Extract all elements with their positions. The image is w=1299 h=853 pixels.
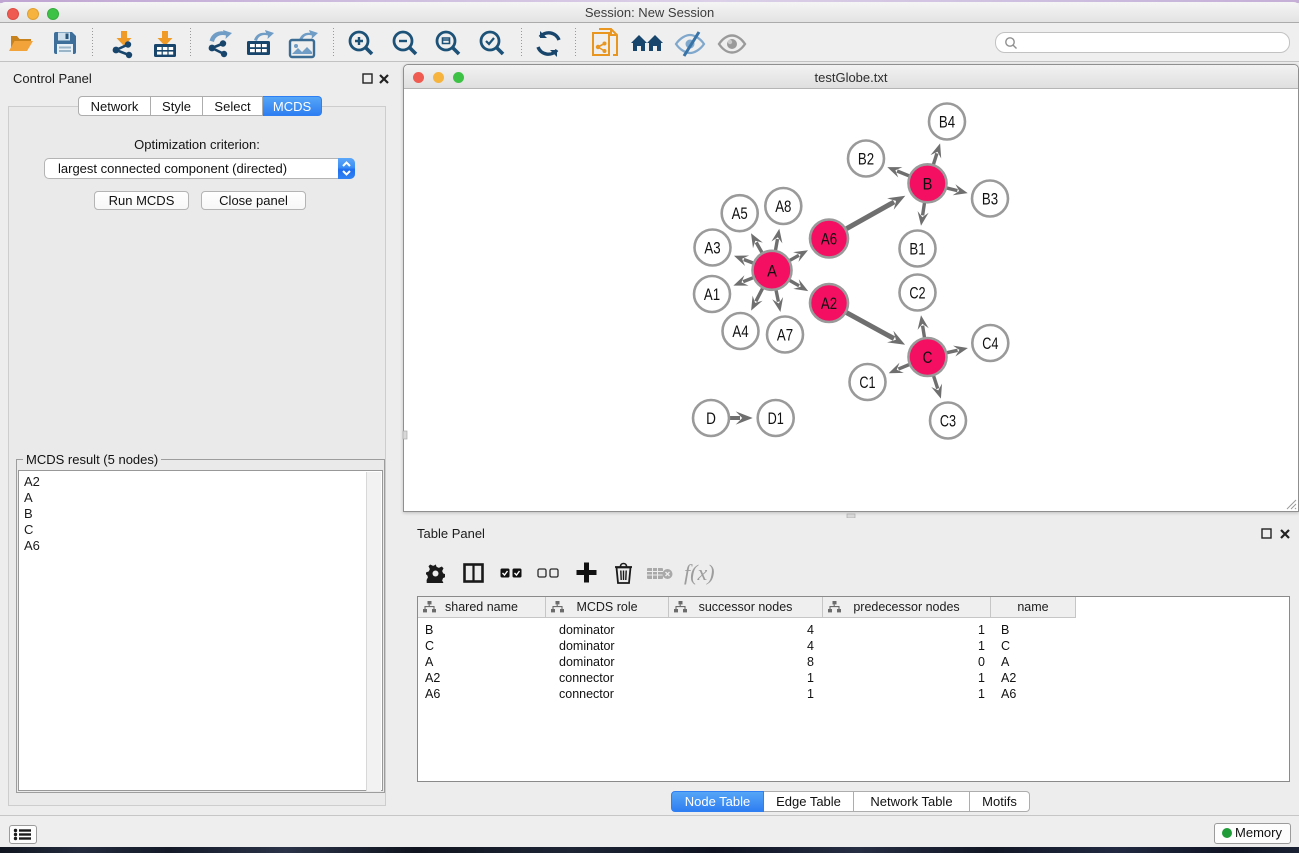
svg-text:C4: C4 bbox=[982, 335, 998, 353]
svg-text:B4: B4 bbox=[939, 114, 955, 132]
svg-text:A: A bbox=[767, 262, 777, 280]
svg-text:D1: D1 bbox=[768, 410, 784, 428]
svg-text:C2: C2 bbox=[909, 285, 925, 303]
svg-text:A5: A5 bbox=[732, 205, 748, 223]
svg-text:A1: A1 bbox=[704, 286, 720, 304]
svg-text:A6: A6 bbox=[821, 231, 837, 249]
svg-text:A8: A8 bbox=[775, 198, 791, 216]
svg-text:A7: A7 bbox=[777, 327, 793, 345]
svg-text:A3: A3 bbox=[704, 240, 720, 258]
svg-text:C3: C3 bbox=[940, 413, 956, 431]
svg-text:C: C bbox=[923, 349, 933, 367]
svg-text:D: D bbox=[706, 410, 716, 428]
svg-text:B2: B2 bbox=[858, 151, 874, 169]
svg-text:B3: B3 bbox=[982, 191, 998, 209]
svg-text:B: B bbox=[923, 175, 933, 193]
svg-text:B1: B1 bbox=[909, 241, 925, 259]
svg-text:C1: C1 bbox=[859, 374, 875, 392]
svg-text:A4: A4 bbox=[732, 323, 748, 341]
svg-text:A2: A2 bbox=[821, 295, 837, 313]
